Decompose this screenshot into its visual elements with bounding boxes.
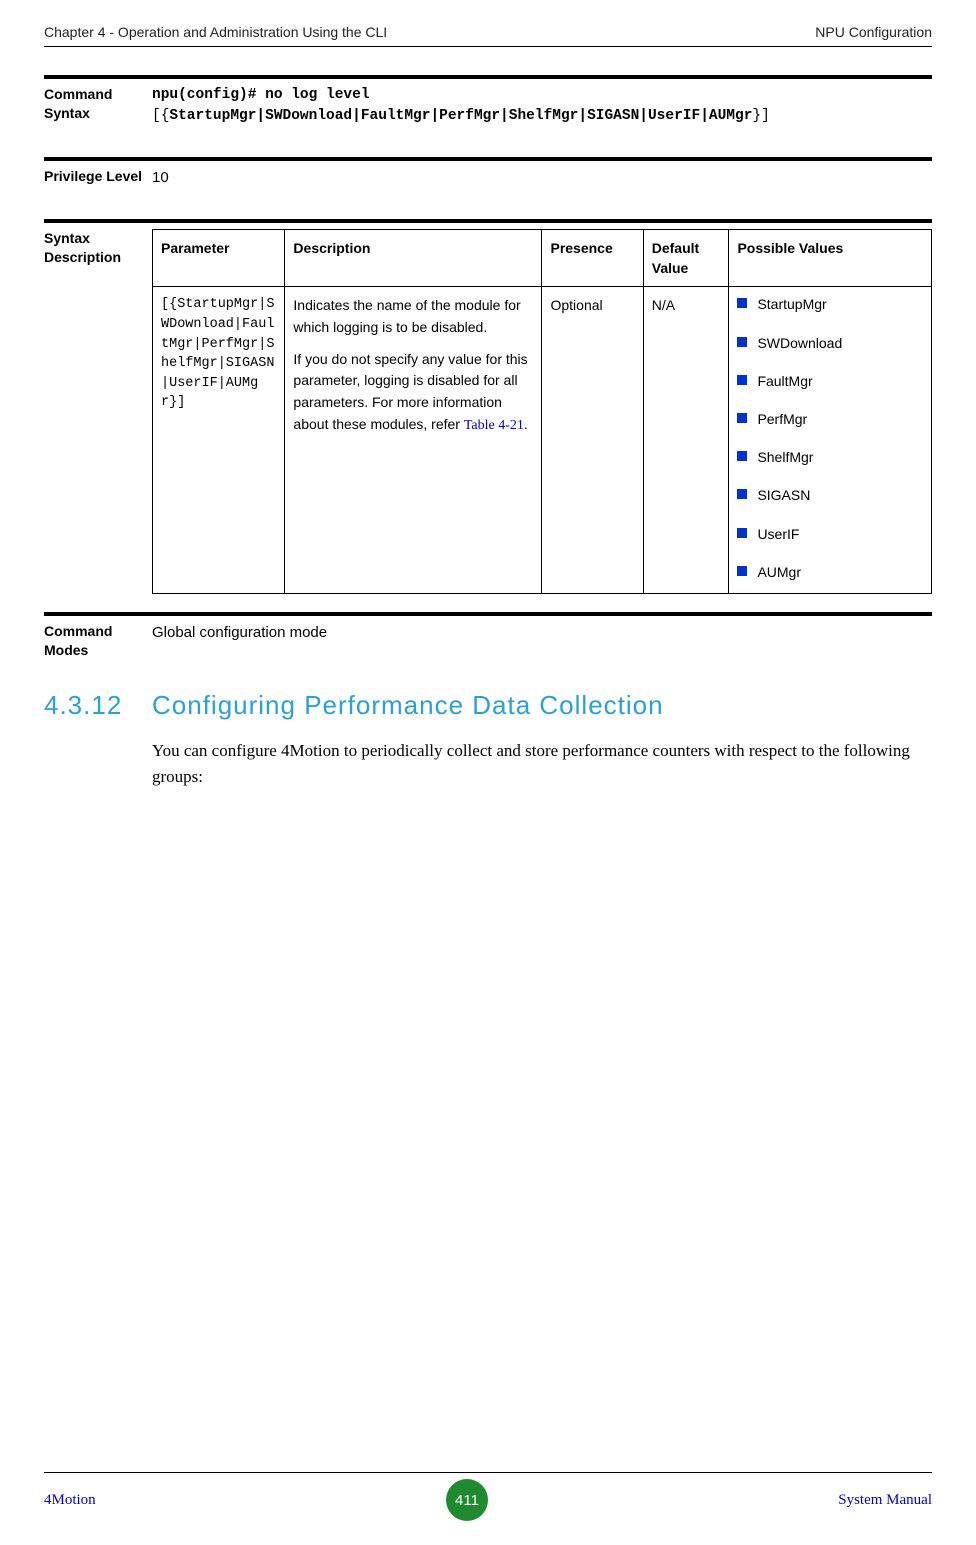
td-description: Indicates the name of the module for whi… [285,287,542,594]
syntax-description-block: Syntax Description Parameter Description… [44,219,932,594]
th-presence: Presence [542,229,643,287]
list-item: FaultMgr [737,372,923,390]
section-number: 4.3.12 [44,690,152,721]
list-item: SWDownload [737,334,923,352]
desc-para-2: If you do not specify any value for this… [293,349,533,437]
th-possible-values: Possible Values [729,229,932,287]
command-syntax-block: Command Syntax npu(config)# no log level… [44,75,932,127]
command-modes-label: Command Modes [44,622,152,660]
td-parameter: [{StartupMgr|SWDownload|FaultMgr|PerfMgr… [153,287,285,594]
td-presence: Optional [542,287,643,594]
command-syntax-code: npu(config)# no log level [{StartupMgr|S… [152,85,932,127]
footer-right-link[interactable]: System Manual [838,1492,932,1509]
td-possible-values: StartupMgr SWDownload FaultMgr PerfMgr S… [729,287,932,594]
list-item: AUMgr [737,563,923,581]
syntax-description-table: Parameter Description Presence Default V… [152,229,932,594]
td-default: N/A [643,287,729,594]
page-header: Chapter 4 - Operation and Administration… [44,24,932,47]
list-item: PerfMgr [737,410,923,428]
section-title: Configuring Performance Data Collection [152,690,664,721]
privilege-level-label: Privilege Level [44,167,152,186]
command-modes-value: Global configuration mode [152,622,932,644]
syntax-description-label: Syntax Description [44,229,152,267]
command-modes-block: Command Modes Global configuration mode [44,612,932,660]
th-default-value: Default Value [643,229,729,287]
th-parameter: Parameter [153,229,285,287]
list-item: SIGASN [737,486,923,504]
privilege-level-value: 10 [152,167,932,189]
list-item: ShelfMgr [737,448,923,466]
header-right: NPU Configuration [815,24,932,40]
page-number-badge: 411 [446,1479,488,1521]
table-header-row: Parameter Description Presence Default V… [153,229,932,287]
page-footer: 4Motion 411 System Manual [44,1472,932,1521]
privilege-level-block: Privilege Level 10 [44,157,932,189]
table-row: [{StartupMgr|SWDownload|FaultMgr|PerfMgr… [153,287,932,594]
command-syntax-label: Command Syntax [44,85,152,123]
section-heading: 4.3.12 Configuring Performance Data Coll… [44,690,932,721]
list-item: StartupMgr [737,295,923,313]
footer-left-link[interactable]: 4Motion [44,1492,96,1509]
list-item: UserIF [737,525,923,543]
table-ref-link[interactable]: Table 4-21 [464,418,524,433]
th-description: Description [285,229,542,287]
header-left: Chapter 4 - Operation and Administration… [44,24,387,40]
desc-para-1: Indicates the name of the module for whi… [293,295,533,338]
section-intro-paragraph: You can configure 4Motion to periodicall… [152,738,932,791]
